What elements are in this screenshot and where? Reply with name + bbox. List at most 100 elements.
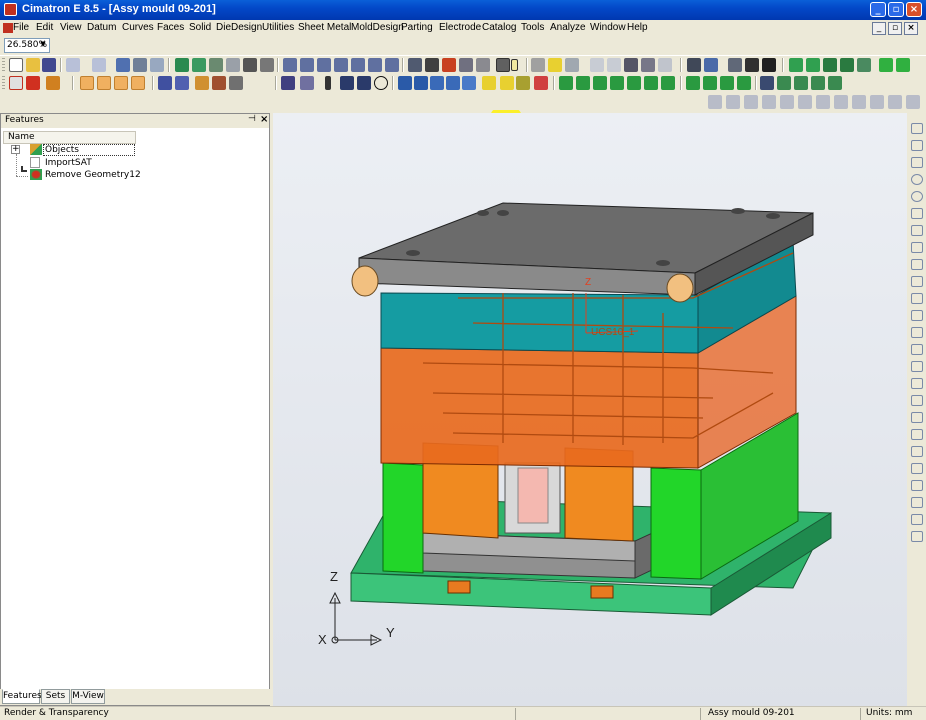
drive-icon[interactable] xyxy=(644,76,658,90)
filter-icon[interactable] xyxy=(658,58,672,72)
expand-icon[interactable]: + xyxy=(11,145,20,154)
sketch-rectangle-icon[interactable] xyxy=(780,95,794,109)
menu-window[interactable]: Window xyxy=(590,22,626,33)
select-face-icon[interactable] xyxy=(114,76,128,90)
menu-solid[interactable]: Solid xyxy=(189,22,211,33)
mirror-icon[interactable] xyxy=(794,76,808,90)
feature-tree-icon[interactable] xyxy=(806,58,820,72)
extend-icon[interactable] xyxy=(534,76,548,90)
sketch-edit-icon[interactable] xyxy=(175,76,189,90)
text-icon[interactable] xyxy=(911,463,923,474)
offset-icon[interactable] xyxy=(911,259,923,270)
sketch-line-icon[interactable] xyxy=(708,95,722,109)
draft-icon[interactable] xyxy=(720,76,734,90)
sketch-constraint-icon[interactable] xyxy=(870,95,884,109)
sketch-arc-icon[interactable] xyxy=(762,95,776,109)
menu-file[interactable]: File xyxy=(13,22,29,33)
extrude-icon[interactable] xyxy=(559,76,573,90)
sketch-trim-icon[interactable] xyxy=(816,95,830,109)
settings-icon[interactable] xyxy=(624,58,638,72)
chevron-down-icon[interactable] xyxy=(511,59,518,71)
maximize-button[interactable]: ▫ xyxy=(888,2,904,17)
copy-icon[interactable] xyxy=(911,378,923,389)
shape-icon[interactable] xyxy=(195,76,209,90)
view-left-icon[interactable] xyxy=(385,58,399,72)
pin-icon[interactable]: ⊣ xyxy=(248,114,256,124)
mirror-icon[interactable] xyxy=(911,327,923,338)
sketch-dimension-icon[interactable] xyxy=(852,95,866,109)
ellipse-icon[interactable] xyxy=(911,191,923,202)
line-weight-icon[interactable] xyxy=(745,58,759,72)
light-off-icon[interactable] xyxy=(565,58,579,72)
sketch-icon[interactable] xyxy=(158,76,172,90)
tab-sets[interactable]: Sets xyxy=(41,689,70,704)
paint-bucket-icon[interactable] xyxy=(704,58,718,72)
new-file-icon[interactable] xyxy=(9,58,23,72)
boolean-icon[interactable] xyxy=(828,76,842,90)
circle-icon[interactable] xyxy=(911,174,923,185)
render-transparency-icon[interactable] xyxy=(496,58,510,72)
sketch-fillet-icon[interactable] xyxy=(834,95,848,109)
refresh-icon[interactable] xyxy=(116,58,130,72)
layers-icon[interactable] xyxy=(641,58,655,72)
column-header-name[interactable]: Name xyxy=(3,131,136,144)
document-icon[interactable] xyxy=(3,23,13,33)
chevron-down-icon[interactable]: ▼ xyxy=(38,39,48,50)
copy-icon[interactable] xyxy=(777,76,791,90)
fillet-icon[interactable] xyxy=(911,293,923,304)
convert-icon[interactable] xyxy=(212,76,226,90)
point-icon[interactable] xyxy=(325,76,331,90)
wireframe-icon[interactable] xyxy=(425,58,439,72)
pattern-icon[interactable] xyxy=(811,76,825,90)
edit-icon[interactable] xyxy=(281,76,295,90)
mdi-minimize-button[interactable]: _ xyxy=(872,22,886,35)
revolve-icon[interactable] xyxy=(576,76,590,90)
line-icon[interactable] xyxy=(340,76,354,90)
menu-molddesign[interactable]: MoldDesign xyxy=(351,22,404,33)
display-mode-icon[interactable] xyxy=(408,58,422,72)
menu-diedesign[interactable]: DieDesign xyxy=(216,22,262,33)
spline-icon[interactable] xyxy=(911,225,923,236)
delete-icon[interactable] xyxy=(26,76,40,90)
assembly-icon[interactable] xyxy=(823,58,837,72)
select-icon[interactable] xyxy=(911,123,923,134)
title-bar[interactable]: Cimatron E 8.5 - [Assy mould 09-201] _ ▫… xyxy=(0,0,926,20)
graphics-viewport[interactable]: Z UCS10_1 Z X Y xyxy=(273,113,907,706)
open-folder-icon[interactable] xyxy=(26,58,40,72)
select-point-icon[interactable] xyxy=(80,76,94,90)
arc-icon[interactable] xyxy=(357,76,371,90)
menu-tools[interactable]: Tools xyxy=(521,22,544,33)
zoom-all-icon[interactable] xyxy=(175,58,189,72)
link-icon[interactable] xyxy=(150,58,164,72)
face-offset-icon[interactable] xyxy=(661,76,675,90)
select-curve-icon[interactable] xyxy=(97,76,111,90)
circle-icon[interactable] xyxy=(374,76,388,90)
close-button[interactable]: × xyxy=(906,2,922,17)
section-icon[interactable] xyxy=(476,58,490,72)
menu-datum[interactable]: Datum xyxy=(87,22,116,33)
save-icon[interactable] xyxy=(42,58,56,72)
regenerate-icon[interactable] xyxy=(133,58,147,72)
pen-icon[interactable] xyxy=(728,58,742,72)
menu-catalog[interactable]: Catalog xyxy=(482,22,516,33)
break-icon[interactable] xyxy=(911,497,923,508)
part-icon[interactable] xyxy=(857,58,871,72)
chamfer-icon[interactable] xyxy=(911,310,923,321)
view-right-icon[interactable] xyxy=(334,58,348,72)
point-icon[interactable] xyxy=(911,242,923,253)
offset-curve-icon[interactable] xyxy=(414,76,428,90)
tree-item-remove-geometry[interactable]: Remove Geometry12 xyxy=(27,169,147,181)
feature-icon[interactable] xyxy=(789,58,803,72)
menu-analyze[interactable]: Analyze xyxy=(550,22,586,33)
menu-utilities[interactable]: Utilities xyxy=(262,22,294,33)
pan-icon[interactable] xyxy=(243,58,257,72)
component-icon[interactable] xyxy=(840,58,854,72)
curve-icon[interactable] xyxy=(229,76,243,90)
zoom-dynamic-icon[interactable] xyxy=(209,58,223,72)
blend-icon[interactable] xyxy=(627,76,641,90)
view-top-icon[interactable] xyxy=(317,58,331,72)
drafting-icon[interactable] xyxy=(879,58,893,72)
close-icon[interactable]: × xyxy=(260,114,268,125)
loft-icon[interactable] xyxy=(610,76,624,90)
select-object-icon[interactable] xyxy=(131,76,145,90)
